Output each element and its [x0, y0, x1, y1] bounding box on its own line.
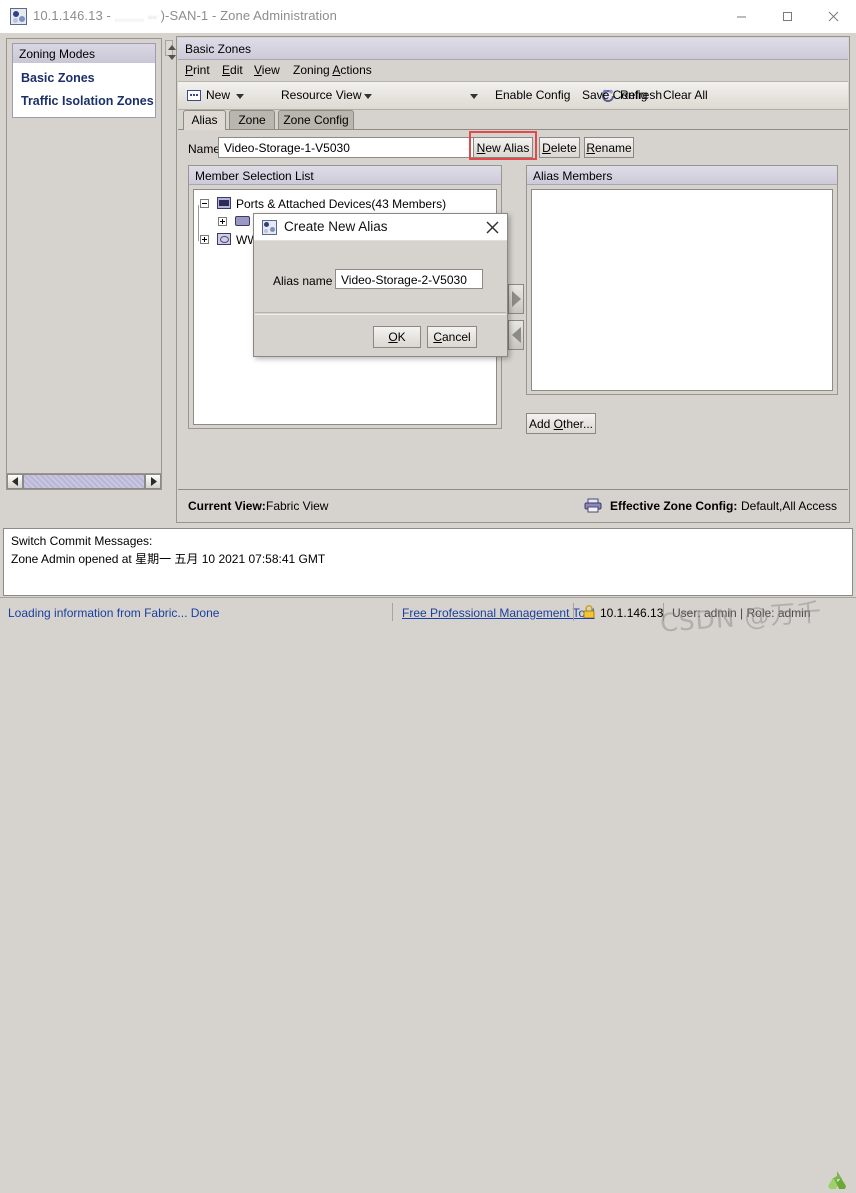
add-other-button[interactable]: Add Other... — [526, 413, 596, 434]
refresh-chevron-down-icon[interactable] — [470, 94, 478, 99]
toolbar-new-button[interactable]: New — [206, 88, 230, 102]
tab-alias[interactable]: Alias — [183, 110, 226, 130]
left-arrow-icon — [511, 327, 521, 343]
menu-bar: Print Edit View Zoning Actions — [178, 60, 848, 82]
user-role-info: User: admin | Role: admin — [672, 606, 811, 620]
current-view-value: Fabric View — [266, 499, 329, 513]
alias-name-value: Video-Storage-1-V5030 — [224, 141, 350, 155]
add-member-button[interactable] — [508, 284, 524, 314]
commit-messages-header: Switch Commit Messages: — [11, 534, 153, 548]
application-status-bar: Loading information from Fabric... Done … — [0, 597, 856, 1189]
window-title-bar: 10.1.146.13 - ........ -- )-SAN-1 - Zone… — [0, 0, 856, 34]
close-icon[interactable] — [810, 0, 856, 32]
splitter-expand-icon — [168, 55, 176, 60]
splitter-collapse-icon — [168, 45, 176, 50]
right-arrow-icon — [511, 291, 521, 307]
new-alias-button[interactable]: New Alias — [473, 137, 533, 158]
alias-name-combobox[interactable]: Video-Storage-1-V5030 — [218, 137, 498, 158]
menu-edit[interactable]: Edit — [222, 63, 243, 77]
zone-admin-icon — [10, 8, 27, 25]
dialog-title: Create New Alias — [284, 219, 388, 234]
zoning-modes-header: Zoning Modes — [12, 43, 156, 64]
zoning-modes-title: Zoning Modes — [19, 47, 96, 61]
dialog-title-bar: Create New Alias — [254, 214, 507, 241]
tab-zone[interactable]: Zone — [229, 110, 275, 130]
name-label: Name — [188, 142, 221, 156]
scroll-left-arrow-icon[interactable] — [7, 474, 23, 489]
window-title-blurred: ........ -- — [114, 9, 157, 24]
menu-zoning-actions[interactable]: Zoning Actions — [293, 63, 372, 77]
dialog-footer: OK Cancel — [255, 314, 506, 356]
app-window: 10.1.146.13 - ........ -- )-SAN-1 - Zone… — [0, 0, 856, 1189]
effective-zone-config-value: Default,All Access — [741, 499, 838, 513]
recycle-icon — [828, 1171, 846, 1189]
minimize-icon[interactable] — [718, 0, 764, 32]
alias-name-input-value: Video-Storage-2-V5030 — [341, 273, 467, 287]
switch-commit-messages[interactable]: Switch Commit Messages: Zone Admin opene… — [3, 528, 853, 596]
tree-expand-icon-wwn[interactable] — [200, 235, 209, 244]
create-new-alias-dialog: Create New Alias Alias name Video-Storag… — [253, 213, 508, 357]
cancel-button[interactable]: Cancel — [427, 326, 477, 348]
splitter-grip[interactable] — [165, 40, 176, 60]
zoning-modes-sidebar: Zoning Modes Basic Zones Traffic Isolati… — [6, 38, 162, 490]
rename-button[interactable]: Rename — [584, 137, 634, 158]
current-view-label: Current View: — [188, 499, 266, 513]
toolbar-resource-view-button[interactable]: Resource View — [281, 88, 361, 102]
tool-bar: New Resource View Refresh Enable Config … — [178, 82, 848, 110]
alias-members-title: Alias Members — [533, 169, 613, 183]
tree-expand-icon[interactable] — [218, 217, 227, 226]
toolbar-enable-config-button[interactable]: Enable Config — [495, 88, 570, 102]
scroll-right-arrow-icon[interactable] — [145, 474, 161, 489]
switch-icon — [235, 216, 250, 226]
wwn-icon — [217, 233, 231, 245]
ok-button[interactable]: OK — [373, 326, 421, 348]
window-controls — [718, 0, 856, 32]
connected-ip: 10.1.146.13 — [600, 606, 664, 620]
window-title: 10.1.146.13 - ........ -- )-SAN-1 - Zone… — [33, 7, 337, 25]
alias-members-header: Alias Members — [527, 166, 837, 185]
zone-admin-icon — [262, 220, 277, 235]
dialog-close-icon[interactable] — [483, 218, 501, 236]
alias-name-input[interactable]: Video-Storage-2-V5030 — [335, 269, 483, 289]
panel-splitter[interactable] — [164, 38, 176, 490]
toolbar-save-config-button[interactable]: Save Config — [582, 88, 647, 102]
tab-zone-config[interactable]: Zone Config — [278, 110, 354, 130]
status-message: Loading information from Fabric... Done — [8, 606, 220, 620]
tree-node-ports-label: Ports & Attached Devices(43 Members) — [236, 197, 447, 211]
printer-icon — [584, 498, 602, 513]
panel-status-bar: Current View: Fabric View Effective Zone… — [178, 489, 848, 522]
maximize-icon[interactable] — [764, 0, 810, 32]
new-icon — [187, 90, 201, 101]
new-chevron-down-icon[interactable] — [236, 94, 244, 99]
panel-title: Basic Zones — [185, 42, 252, 56]
zoning-modes-list: Basic Zones Traffic Isolation Zones — [12, 63, 156, 118]
window-title-prefix: 10.1.146.13 - — [33, 8, 115, 23]
toolbar-clear-all-button[interactable]: Clear All — [663, 88, 708, 102]
sidebar-item-traffic-isolation-zones[interactable]: Traffic Isolation Zones — [21, 94, 154, 108]
free-professional-management-tool-link[interactable]: Free Professional Management Tool — [402, 606, 595, 620]
delete-button[interactable]: Delete — [539, 137, 580, 158]
scrollbar-thumb[interactable] — [23, 474, 145, 489]
sidebar-item-basic-zones[interactable]: Basic Zones — [21, 71, 95, 85]
dialog-body: Alias name Video-Storage-2-V5030 — [255, 241, 506, 313]
menu-print[interactable]: Print — [185, 63, 210, 77]
alias-members-group: Alias Members — [526, 165, 838, 395]
window-title-suffix: )-SAN-1 - Zone Administration — [156, 8, 337, 23]
alias-members-list[interactable] — [531, 189, 833, 391]
lock-icon — [583, 605, 595, 618]
tree-collapse-icon[interactable] — [200, 199, 209, 208]
member-selection-list-header: Member Selection List — [189, 166, 501, 185]
sidebar-horizontal-scrollbar[interactable] — [6, 473, 162, 490]
member-selection-list-title: Member Selection List — [195, 169, 314, 183]
effective-zone-config-label: Effective Zone Config: — [610, 499, 738, 513]
alias-name-field-label: Alias name — [273, 274, 333, 288]
remove-member-button[interactable] — [508, 320, 524, 350]
panel-header: Basic Zones — [178, 38, 848, 60]
menu-view[interactable]: View — [254, 63, 280, 77]
resource-view-chevron-down-icon[interactable] — [364, 94, 372, 99]
ports-icon — [217, 197, 231, 209]
commit-messages-line: Zone Admin opened at 星期一 五月 10 2021 07:5… — [11, 552, 326, 566]
